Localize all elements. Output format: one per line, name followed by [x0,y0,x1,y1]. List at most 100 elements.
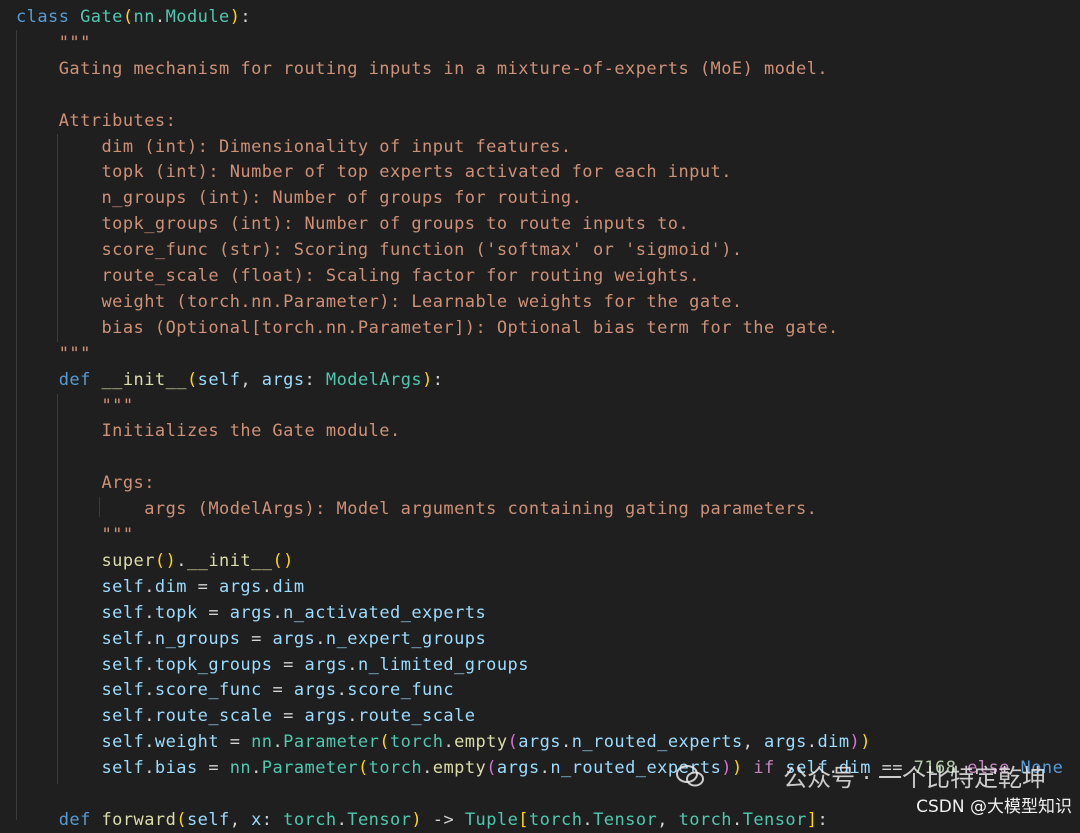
code-token: . [336,809,348,830]
code-token: = [240,628,273,649]
code-token: ( [122,7,134,27]
code-token: . [347,654,358,675]
code-token: def [16,809,102,830]
code-token: = [272,706,305,727]
code-token: Parameter [261,758,358,779]
code-token: . [144,732,155,753]
code-token: weight (torch.nn.Parameter): Learnable w… [16,291,743,312]
code-token: empty [454,732,508,753]
code-line: self.dim = args.dim [16,574,305,600]
code-token: , [229,809,252,830]
code-token: Args: [16,473,155,494]
code-line: bias (Optional[torch.nn.Parameter]): Opt… [16,315,839,341]
code-token: = [186,576,220,597]
code-token: : [240,7,252,27]
code-token: . [144,628,155,649]
code-token: x [251,809,262,830]
code-token: self [16,680,145,701]
code-token: : [304,369,326,390]
code-token: self [197,369,241,390]
code-line: def forward(self, x: torch.Tensor) -> Tu… [16,807,828,833]
code-token: . [144,706,155,727]
code-token: super [16,550,155,571]
code-token: nn [229,758,252,779]
code-line: args (ModelArgs): Model arguments contai… [16,496,817,522]
code-token: = [272,654,305,675]
code-token: bias (Optional[torch.nn.Parameter]): Opt… [16,317,839,338]
code-token: () [154,550,177,571]
code-line: Attributes: [16,108,176,134]
code-line: score_func (str): Scoring function ('sof… [16,237,743,263]
code-token: Module [165,7,230,27]
code-token: dim [272,576,305,597]
code-token: . [582,809,594,830]
code-token: n_activated_experts [283,602,487,623]
code-token: = [197,758,230,779]
code-token: . [272,732,284,753]
code-token: : [817,809,829,830]
code-token: dim [154,576,187,597]
code-token: weight [154,732,220,753]
code-token: bias [154,758,198,779]
code-token: ) [422,369,433,390]
code-token: empty [432,758,487,779]
code-token: n_routed_experts [571,732,743,753]
code-token: ) [849,732,861,753]
code-line: self.route_scale = args.route_scale [16,703,476,729]
code-token: if [742,758,786,779]
code-token: score_func [154,680,262,701]
code-token: dim [817,732,850,753]
code-token: __init__ [101,369,187,390]
code-token: , [240,369,262,390]
code-token: torch [678,809,732,830]
code-token: . [422,758,433,779]
code-token: topk_groups [154,654,273,675]
code-token: . [561,732,572,753]
code-token: = [261,680,294,701]
code-token: ( [186,369,198,390]
code-token: Initializes the Gate module. [16,421,401,442]
code-token: ( [176,809,187,830]
code-token: args [293,680,337,701]
code-token: __init__ [186,550,273,571]
code-token: topk_groups (int): Number of groups to r… [16,214,690,235]
code-line: route_scale (float): Scaling factor for … [16,263,700,289]
code-token: ( [486,758,497,779]
code-token: n_expert_groups [325,628,487,649]
code-token: ModelArgs [325,369,423,390]
code-token: -> [422,809,465,830]
code-token: Tensor [593,809,658,830]
code-token: """ [16,32,91,53]
code-token: torch [390,732,444,753]
code-token: ) [731,758,743,779]
code-token: topk [154,602,198,623]
code-token: args [229,602,273,623]
wechat-icon [676,765,704,787]
code-line: self.n_groups = args.n_expert_groups [16,626,486,652]
code-token: . [144,680,155,701]
code-line: self.score_func = args.score_func [16,677,454,703]
code-token: score_func [347,680,455,701]
code-token: torch [283,809,337,830]
code-token: args [219,576,262,597]
code-token: : [432,369,444,390]
code-token: = [197,602,230,623]
code-token: n_limited_groups [357,654,529,675]
code-editor[interactable]: class Gate(nn.Module): """ Gating mechan… [0,0,1080,830]
code-token: route_scale [154,706,273,727]
code-line: self.topk = args.n_activated_experts [16,600,486,626]
code-line: self.topk_groups = args.n_limited_groups [16,652,529,678]
code-token: Parameter [283,732,380,753]
code-token: dim (int): Dimensionality of input featu… [16,136,572,157]
code-line: topk (int): Number of top experts activa… [16,159,732,185]
code-token: args [764,732,807,753]
code-token: . [347,706,358,727]
code-token: topk (int): Number of top experts activa… [16,162,732,183]
code-line: super().__init__() [16,548,294,574]
code-token: ] [806,809,818,830]
code-token: . [261,576,273,597]
code-token: . [251,758,262,779]
code-token: ) [229,7,241,27]
code-line: dim (int): Dimensionality of input featu… [16,134,572,160]
code-token: args [272,628,316,649]
